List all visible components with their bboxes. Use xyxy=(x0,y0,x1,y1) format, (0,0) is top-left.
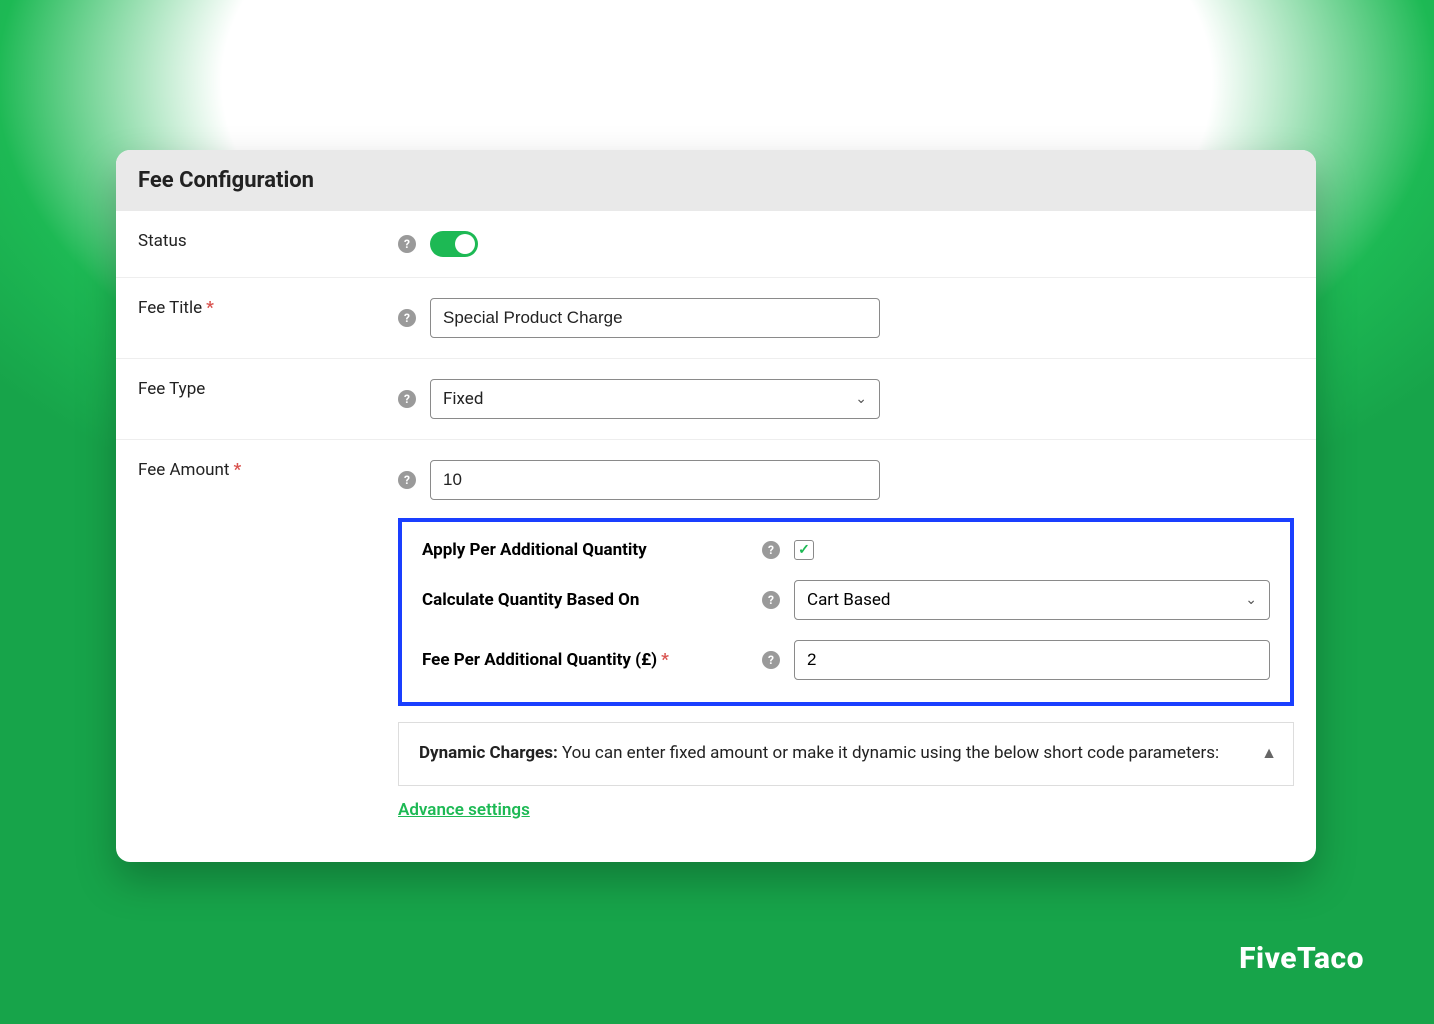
required-marker: * xyxy=(661,650,669,670)
fee-per-qty-input[interactable] xyxy=(794,640,1270,680)
row-fee-title: Fee Title * ? xyxy=(116,278,1316,359)
label-status: Status xyxy=(138,231,398,251)
panel-title: Fee Configuration xyxy=(138,168,1294,193)
help-icon[interactable]: ? xyxy=(762,541,780,559)
fee-configuration-panel: Fee Configuration Status ? Fee Title * ? xyxy=(116,150,1316,862)
chevron-down-icon: ⌄ xyxy=(1245,592,1257,608)
info-heading: Dynamic Charges: xyxy=(419,743,558,763)
panel-header: Fee Configuration xyxy=(116,150,1316,211)
brand-watermark: FiveTaco xyxy=(1239,941,1364,976)
chevron-down-icon: ⌄ xyxy=(855,391,867,407)
collapse-icon[interactable]: ▲ xyxy=(1261,741,1277,765)
calc-based-on-select[interactable]: Cart Based ⌄ xyxy=(794,580,1270,620)
dynamic-charges-info: ▲ Dynamic Charges: You can enter fixed a… xyxy=(398,722,1294,786)
row-fee-per-qty: Fee Per Additional Quantity (£) * ? xyxy=(422,640,1270,680)
label-fee-amount: Fee Amount * xyxy=(138,460,398,480)
label-fee-title: Fee Title * xyxy=(138,298,398,318)
required-marker: * xyxy=(233,460,241,480)
help-icon[interactable]: ? xyxy=(398,390,416,408)
advance-settings-link[interactable]: Advance settings xyxy=(398,800,1294,820)
row-fee-amount: Fee Amount * ? Apply Per Additional Quan… xyxy=(116,440,1316,862)
label-fee-type: Fee Type xyxy=(138,379,398,399)
required-marker: * xyxy=(206,298,214,318)
row-apply-per-qty: Apply Per Additional Quantity ? ✓ xyxy=(422,540,1270,560)
help-icon[interactable]: ? xyxy=(762,591,780,609)
help-icon[interactable]: ? xyxy=(398,235,416,253)
toggle-knob xyxy=(455,234,475,254)
calc-based-on-value: Cart Based xyxy=(807,590,890,610)
help-icon[interactable]: ? xyxy=(762,651,780,669)
label-fee-per-qty: Fee Per Additional Quantity (£) * xyxy=(422,650,762,670)
row-fee-type: Fee Type ? Fixed ⌄ xyxy=(116,359,1316,440)
label-apply-per-qty: Apply Per Additional Quantity xyxy=(422,540,762,560)
additional-quantity-group: Apply Per Additional Quantity ? ✓ Calcul… xyxy=(398,518,1294,706)
status-toggle[interactable] xyxy=(430,231,478,257)
fee-type-value: Fixed xyxy=(443,389,483,409)
row-status: Status ? xyxy=(116,211,1316,278)
fee-type-select[interactable]: Fixed ⌄ xyxy=(430,379,880,419)
help-icon[interactable]: ? xyxy=(398,471,416,489)
info-text: You can enter fixed amount or make it dy… xyxy=(558,743,1219,763)
help-icon[interactable]: ? xyxy=(398,309,416,327)
fee-amount-input[interactable] xyxy=(430,460,880,500)
fee-title-input[interactable] xyxy=(430,298,880,338)
label-calc-based-on: Calculate Quantity Based On xyxy=(422,590,762,610)
apply-per-qty-checkbox[interactable]: ✓ xyxy=(794,540,814,560)
row-calc-based-on: Calculate Quantity Based On ? Cart Based… xyxy=(422,580,1270,620)
